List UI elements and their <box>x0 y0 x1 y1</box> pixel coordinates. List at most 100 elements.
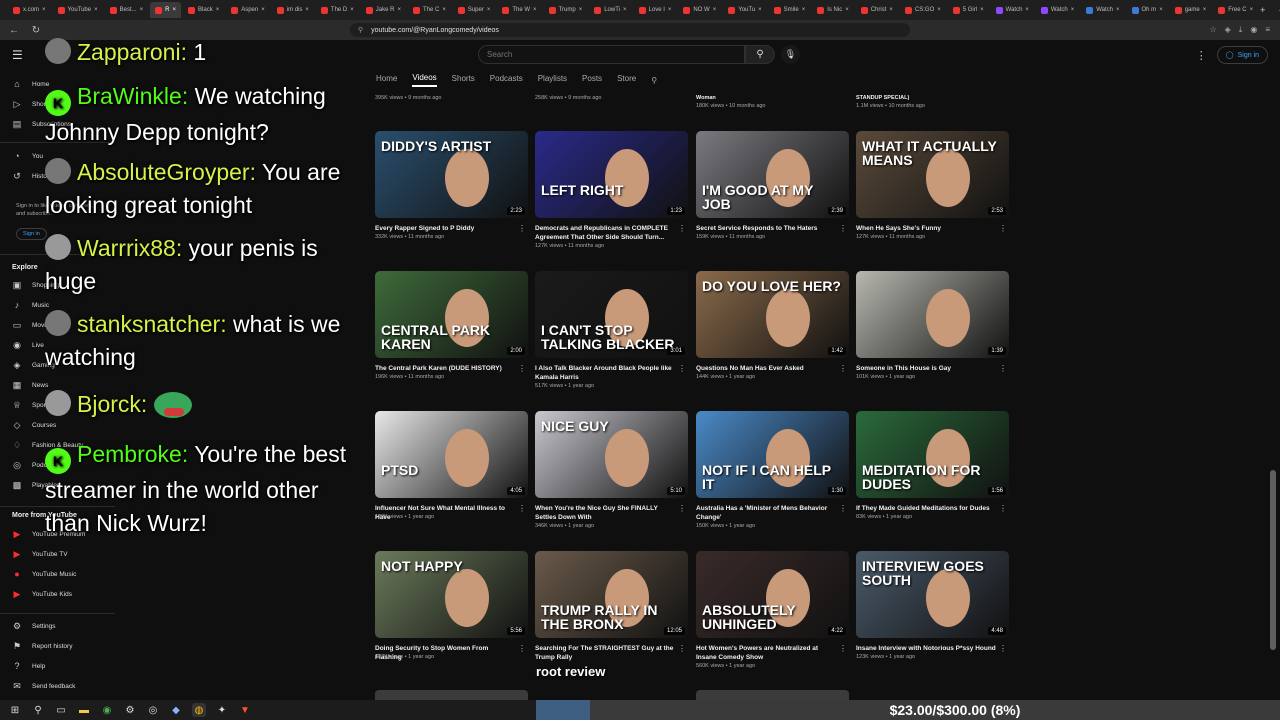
close-tab-icon[interactable]: × <box>487 7 491 13</box>
video-card[interactable]: TRUMP RALLY IN THE BRONX 12:05 Searching F… <box>535 551 688 681</box>
page-scrollbar[interactable] <box>1270 470 1276 650</box>
search-input[interactable] <box>478 45 745 64</box>
close-tab-icon[interactable]: × <box>1159 7 1163 13</box>
close-tab-icon[interactable]: × <box>442 7 446 13</box>
browser-tab[interactable]: The W × <box>497 2 541 18</box>
video-options-icon[interactable]: ⋮ <box>999 224 1007 233</box>
close-tab-icon[interactable]: × <box>173 7 177 13</box>
close-tab-icon[interactable]: × <box>668 7 672 13</box>
video-options-icon[interactable]: ⋮ <box>999 644 1007 653</box>
tab-podcasts[interactable]: Podcasts <box>490 74 523 86</box>
video-thumbnail[interactable]: I CAN'T STOP TALKING BLACKER 3:01 <box>535 271 688 358</box>
app-icon[interactable]: ◉ <box>100 703 114 717</box>
video-options-icon[interactable]: ⋮ <box>839 224 847 233</box>
video-card[interactable]: NOT IF I CAN HELP IT 1:30 Australia Has a … <box>696 411 849 541</box>
browser-tab[interactable]: The D × <box>316 2 359 18</box>
video-title[interactable]: Woman <box>696 94 846 102</box>
sidebar-item[interactable]: ♢ Fashion & Beauty <box>0 437 115 453</box>
video-title[interactable]: Democrats and Republicans in COMPLETE Ag… <box>535 224 675 242</box>
search-button[interactable]: ⚲ <box>745 45 775 64</box>
chrome-icon[interactable]: ◍ <box>192 703 206 717</box>
tab-home[interactable]: Home <box>376 74 397 86</box>
browser-tab[interactable]: game × <box>1170 2 1212 18</box>
video-title[interactable]: The Central Park Karen (DUDE HISTORY) <box>375 364 515 373</box>
tab-playlists[interactable]: Playlists <box>538 74 567 86</box>
browser-tab[interactable]: Free C × <box>1213 2 1258 18</box>
close-tab-icon[interactable]: × <box>94 7 98 13</box>
close-tab-icon[interactable]: × <box>579 7 583 13</box>
sidebar-item[interactable]: ▣ Shopping <box>0 277 115 293</box>
video-card[interactable]: MEDITATION FOR DUDES 1:56 If They Made Gui… <box>856 411 1009 541</box>
video-title[interactable]: When You're the Nice Guy She FINALLY Set… <box>535 504 675 522</box>
browser-tab[interactable]: Aspen × <box>226 2 270 18</box>
video-card[interactable]: NICE GUY 5:10 When You're the Nice Guy She… <box>535 411 688 541</box>
video-options-icon[interactable]: ⋮ <box>839 364 847 373</box>
video-card[interactable]: PTSD 4:05 Influencer Not Sure What Mental … <box>375 411 528 541</box>
sign-in-button[interactable]: ◯ Sign in <box>1216 46 1268 64</box>
close-tab-icon[interactable]: × <box>216 7 220 13</box>
channel-search-icon[interactable]: ⚲ <box>651 76 657 85</box>
close-tab-icon[interactable]: × <box>140 7 144 13</box>
close-tab-icon[interactable]: × <box>937 7 941 13</box>
close-tab-icon[interactable]: × <box>713 7 717 13</box>
video-card[interactable]: CENTRAL PARK KAREN 2:00 The Central Park K… <box>375 271 528 401</box>
video-title[interactable]: Insane Interview with Notorious P*ssy Ho… <box>856 644 996 653</box>
video-thumbnail[interactable]: ABSOLUTELY UNHINGED 4:22 <box>696 551 849 638</box>
obs-icon[interactable]: ◎ <box>146 703 160 717</box>
video-title[interactable]: Every Rapper Signed to P Diddy <box>375 224 515 233</box>
video-card[interactable]: 1:39 Someone in This House is Gay 101K vie… <box>856 271 1009 401</box>
browser-tab[interactable]: Black × <box>183 2 224 18</box>
close-tab-icon[interactable]: × <box>802 7 806 13</box>
sidebar-item[interactable]: ▤ Subscriptions <box>0 116 115 132</box>
sidebar-item[interactable]: ↺ History <box>0 168 115 184</box>
browser-tab[interactable]: 5 Girl × <box>948 2 989 18</box>
browser-tab[interactable]: Jake R × <box>361 2 406 18</box>
sidebar-item[interactable]: ⚑ Report history <box>0 638 115 654</box>
sidebar-item[interactable]: ? Help <box>0 658 115 674</box>
tab-posts[interactable]: Posts <box>582 74 602 86</box>
close-tab-icon[interactable]: × <box>533 7 537 13</box>
site-info-icon[interactable]: ⚲ <box>358 26 363 34</box>
close-tab-icon[interactable]: × <box>1203 7 1207 13</box>
sidebar-item[interactable]: ▭ Movies & TV <box>0 317 115 333</box>
browser-tab[interactable]: Super × <box>453 2 496 18</box>
sidebar-item[interactable]: ⚙ Settings <box>0 618 115 634</box>
sidebar-item[interactable]: ♪ Music <box>0 297 115 313</box>
browser-tab[interactable]: x.com × <box>8 2 51 18</box>
sidebar-item[interactable]: ▩ Playables <box>0 477 115 493</box>
brave-icon[interactable]: ▼ <box>238 703 252 717</box>
close-tab-icon[interactable]: × <box>980 7 984 13</box>
browser-tab[interactable]: Christ × <box>856 2 898 18</box>
video-card[interactable]: I CAN'T STOP TALKING BLACKER 3:01 I Also T… <box>535 271 688 401</box>
new-tab-button[interactable]: + <box>1260 5 1265 16</box>
task-view-icon[interactable]: ▭ <box>54 703 68 717</box>
app-icon[interactable]: ⚙ <box>123 703 137 717</box>
sidebar-item[interactable]: ▶ YouTube Premium <box>0 526 115 542</box>
sidebar-item[interactable]: ▦ News <box>0 377 115 393</box>
close-tab-icon[interactable]: × <box>397 7 401 13</box>
sidebar-item[interactable]: ● YouTube Music <box>0 566 115 582</box>
video-title[interactable]: Secret Service Responds to The Haters <box>696 224 836 233</box>
partial-video-info[interactable]: Woman 180K views • 10 months ago <box>696 94 846 110</box>
close-tab-icon[interactable]: × <box>889 7 893 13</box>
menu-icon[interactable]: ☰ <box>12 48 23 62</box>
video-thumbnail[interactable]: NICE GUY 5:10 <box>535 411 688 498</box>
windows-start-icon[interactable]: ⊞ <box>8 703 22 717</box>
sidebar-item[interactable]: ▶ YouTube Kids <box>0 586 115 602</box>
browser-tab[interactable]: Watch × <box>1036 2 1079 18</box>
tab-shorts[interactable]: Shorts <box>452 74 475 86</box>
video-title[interactable]: Hot Women's Powers are Neutralized at In… <box>696 644 836 662</box>
video-thumbnail[interactable]: TRUMP RALLY IN THE BRONX 12:05 <box>535 551 688 638</box>
video-thumbnail[interactable]: DO YOU LOVE HER? 1:42 <box>696 271 849 358</box>
browser-tab[interactable]: Smile × <box>769 2 811 18</box>
video-thumbnail[interactable]: DIDDY's ARTIST 2:23 <box>375 131 528 218</box>
browser-tab[interactable]: im dis × <box>272 2 314 18</box>
close-tab-icon[interactable]: × <box>261 7 265 13</box>
video-options-icon[interactable]: ⋮ <box>999 504 1007 513</box>
video-title[interactable]: Australia Has a 'Minister of Mens Behavi… <box>696 504 836 522</box>
video-title[interactable]: STANDUP SPECIAL) <box>856 94 1006 102</box>
video-title[interactable]: Questions No Man Has Ever Asked <box>696 364 836 373</box>
browser-tab[interactable]: R × <box>150 2 182 18</box>
video-thumbnail[interactable]: NOT HAPPY 5:56 <box>375 551 528 638</box>
reload-icon[interactable]: ↻ <box>30 25 42 36</box>
